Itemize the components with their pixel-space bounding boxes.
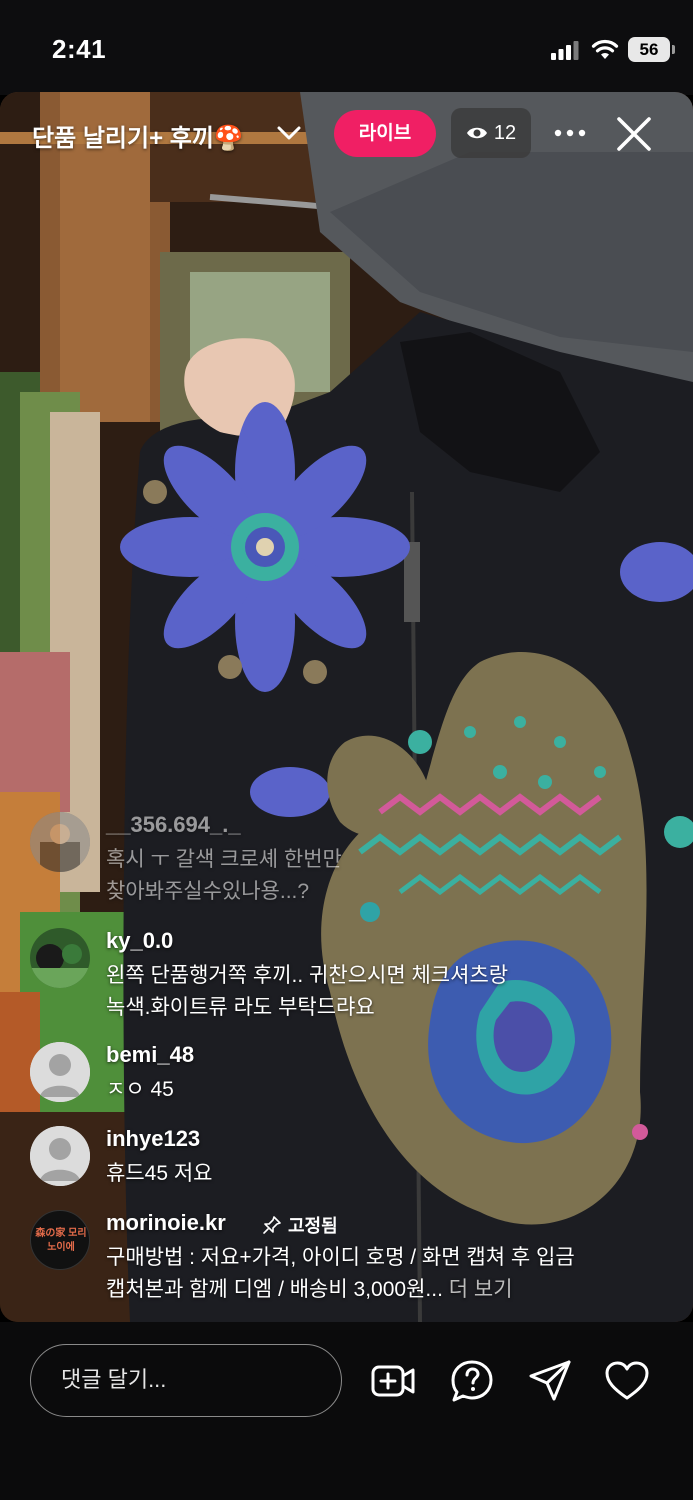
pinned-indicator: 고정됨 [262,1212,338,1238]
close-icon[interactable] [614,114,654,154]
comment-username[interactable]: bemi_48 [106,1042,194,1068]
avatar[interactable] [30,928,90,988]
live-badge: 라이브 [334,110,436,157]
comment-item: ky_0.0 왼쪽 단품행거쪽 후끼.. 귀찬으시면 체크셔츠랑 녹색.화이트류… [30,928,670,1019]
comment-username[interactable]: inhye123 [106,1126,200,1152]
pinned-label: 고정됨 [288,1216,338,1236]
comment-text: 혹시 ㅜ 갈색 크로셰 한번만 찾아봐주실수있나용...? [106,848,342,903]
more-options-icon[interactable] [550,118,590,148]
heart-icon[interactable] [604,1358,650,1404]
eye-icon [466,127,487,139]
share-icon[interactable] [527,1358,573,1404]
pin-icon [263,1216,281,1234]
comment-item: inhye123 휴드45 저요 [30,1126,670,1186]
live-title[interactable]: 단품 날리기+ 후끼🍄 [32,118,244,153]
avatar[interactable] [30,1042,90,1102]
question-icon[interactable] [449,1358,495,1404]
status-bar: 2:41 56 [0,0,693,95]
avatar-logo-text: 森の家 모리노이에 [35,1228,87,1253]
see-more-link[interactable]: 더 보기 [449,1278,513,1301]
wifi-icon [591,39,619,59]
viewer-count-badge[interactable]: 12 [451,108,531,158]
battery-indicator: 56 [628,37,675,62]
avatar[interactable]: 森の家 모리노이에 [30,1210,90,1270]
comment-username[interactable]: __356.694_._ [106,812,241,838]
pinned-comment: 森の家 모리노이에 morinoie.kr 고정됨 구매방법 : 저요+가격, … [30,1210,670,1306]
comment-username[interactable]: morinoie.kr [106,1210,226,1236]
comment-text: 구매방법 : 저요+가격, 아이디 호명 / 화면 캡쳐 후 입금 캡처본과 함… [106,1246,575,1301]
cellular-signal-icon [551,41,579,60]
avatar[interactable] [30,812,90,872]
comment-text: 휴드45 저요 [106,1162,213,1185]
comment-text: 왼쪽 단품행거쪽 후끼.. 귀찬으시면 체크셔츠랑 녹색.화이트류 라도 부탁드… [106,964,509,1019]
comment-username[interactable]: ky_0.0 [106,928,173,954]
avatar[interactable] [30,1126,90,1186]
comment-input[interactable]: 댓글 달기... [30,1344,342,1417]
status-time: 2:41 [52,34,107,64]
viewer-count: 12 [493,121,517,144]
chevron-down-icon[interactable] [276,124,302,142]
comment-text: ㅈㅇ 45 [106,1078,174,1101]
comment-item: bemi_48 ㅈㅇ 45 [30,1042,670,1102]
add-video-guest-icon[interactable] [370,1358,416,1404]
comment-item: __356.694_._ 혹시 ㅜ 갈색 크로셰 한번만 찾아봐주실수있나용..… [30,812,670,903]
